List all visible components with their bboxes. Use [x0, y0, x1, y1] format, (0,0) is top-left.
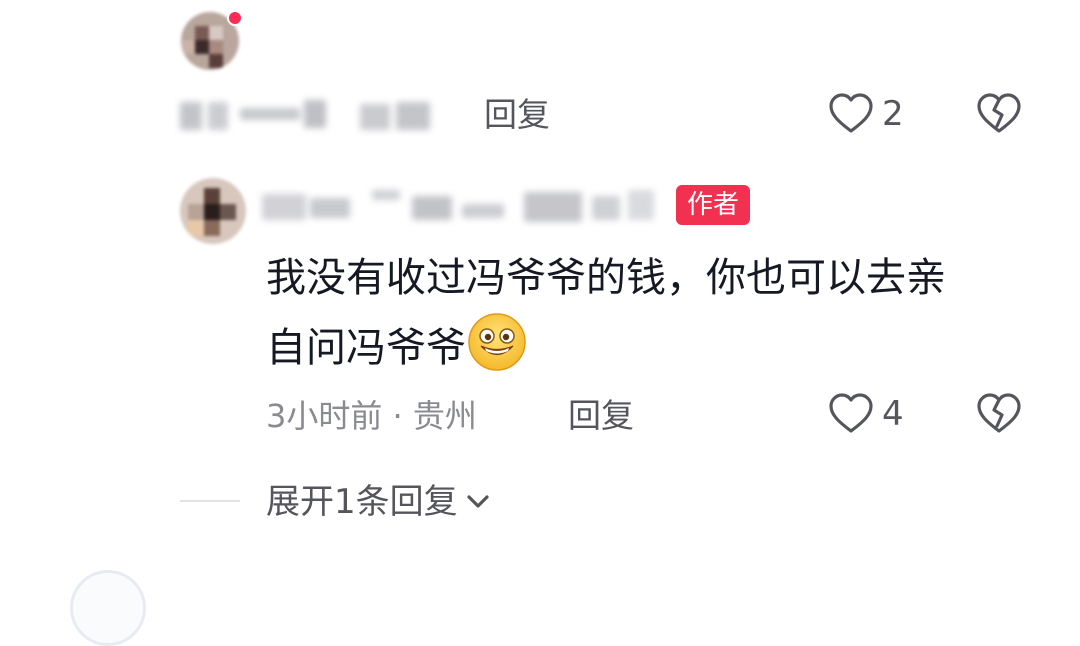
- author-avatar[interactable]: [180, 178, 246, 244]
- heart-icon[interactable]: [827, 90, 875, 138]
- broken-heart-icon[interactable]: [975, 90, 1023, 138]
- like-count: 4: [882, 394, 904, 434]
- expand-replies-label: 展开1条回复: [266, 482, 458, 522]
- author-name-obscured: [262, 186, 662, 226]
- time-location: 3小时前 · 贵州: [266, 397, 477, 435]
- reply-button[interactable]: 回复: [484, 95, 550, 135]
- next-comment-avatar[interactable]: [70, 570, 146, 646]
- grinning-face-emoji: [466, 311, 528, 373]
- heart-icon[interactable]: [827, 390, 875, 438]
- comment-text-line-2: 自问冯爷爷: [266, 311, 1056, 381]
- comment-text-line-2-text: 自问冯爷爷: [266, 325, 466, 371]
- like-count: 2: [882, 94, 904, 134]
- reply-button[interactable]: 回复: [568, 396, 634, 436]
- expand-replies-button[interactable]: 展开1条回复: [266, 480, 492, 524]
- replies-divider: [180, 500, 240, 502]
- time-location-obscured: [180, 96, 440, 136]
- notification-dot: [227, 10, 243, 26]
- comment-text: 我没有收过冯爷爷的钱，你也可以去亲 自问冯爷爷: [266, 245, 1056, 381]
- chevron-down-icon: [464, 482, 492, 510]
- comment-text-line-1: 我没有收过冯爷爷的钱，你也可以去亲: [266, 255, 946, 301]
- broken-heart-icon[interactable]: [975, 390, 1023, 438]
- author-tag: 作者: [676, 185, 751, 225]
